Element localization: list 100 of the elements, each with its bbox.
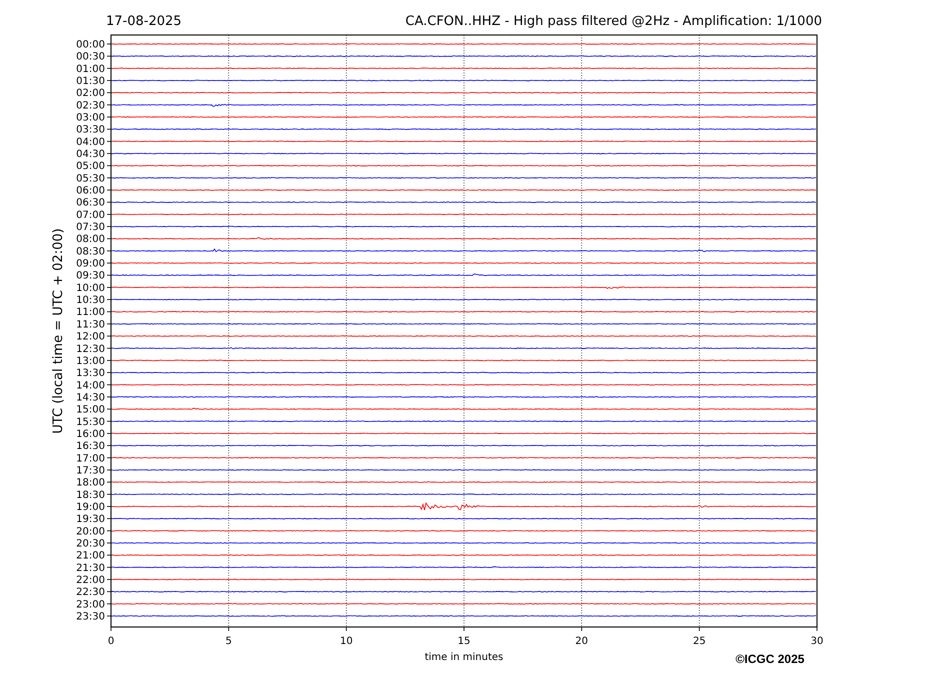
- tick-mark: [816, 626, 818, 632]
- axis-tick-label: 21:00: [76, 550, 105, 562]
- axis-tick-label: 06:00: [76, 186, 105, 197]
- tick-mark: [698, 626, 700, 632]
- axis-tick-label: 15:30: [76, 416, 105, 428]
- tick-mark: [106, 579, 112, 580]
- axis-tick-label: 05:30: [76, 173, 105, 184]
- tick-mark: [106, 165, 112, 166]
- axis-tick-label: 02:00: [76, 88, 105, 100]
- tick-mark: [106, 554, 112, 556]
- tick-mark: [106, 68, 112, 69]
- axis-tick-label: 14:30: [76, 392, 105, 404]
- tick-mark: [106, 360, 112, 361]
- axis-tick-label: 17:30: [76, 465, 105, 476]
- axis-tick-label: 11:00: [76, 307, 105, 318]
- tick-mark: [106, 518, 112, 520]
- axis-tick-label: 02:30: [76, 100, 105, 112]
- axis-tick-label: 17:00: [76, 453, 105, 464]
- axis-tick-label: 10:00: [76, 282, 105, 294]
- tick-mark: [110, 626, 112, 632]
- axis-tick-label: 13:30: [76, 368, 105, 380]
- axis-tick-label: 00:30: [76, 52, 105, 63]
- axis-tick-label: 06:30: [76, 198, 105, 209]
- axis-tick-label: 22:00: [76, 575, 105, 586]
- axis-tick-label: 12:30: [76, 344, 105, 355]
- axis-tick-label: 18:00: [76, 478, 105, 489]
- axis-tick-label: 01:30: [76, 76, 105, 87]
- axis-tick-label: 30: [810, 636, 824, 647]
- axis-tick-label: 00:00: [76, 40, 105, 50]
- axis-tick-label: 20: [575, 636, 588, 647]
- tick-mark: [106, 250, 112, 252]
- tick-mark: [106, 262, 112, 264]
- axis-tick-label: 14:00: [76, 380, 105, 392]
- tick-mark: [106, 202, 112, 203]
- axis-tick-label: 03:30: [76, 124, 105, 136]
- axis-tick-label: 15:00: [76, 404, 105, 416]
- axis-tick-label: 20:30: [76, 538, 105, 550]
- plot-title: CA.CFON..HHZ - High pass filtered @2Hz - Amplification: 1/1000: [405, 14, 822, 29]
- axis-tick-label: 19:30: [76, 514, 105, 526]
- tick-mark: [228, 626, 230, 632]
- tick-mark: [106, 384, 112, 386]
- tick-mark: [106, 372, 112, 373]
- axis-tick-label: 10: [340, 636, 353, 647]
- tick-mark: [106, 542, 112, 544]
- tick-mark: [106, 56, 112, 57]
- tick-mark: [106, 408, 112, 410]
- date-label: 17-08-2025: [106, 14, 182, 29]
- tick-mark: [106, 348, 112, 349]
- tick-mark: [106, 506, 112, 507]
- axis-tick-label: 19:00: [76, 502, 105, 513]
- tick-mark: [106, 457, 112, 458]
- tick-mark: [106, 433, 112, 434]
- tick-mark: [106, 116, 112, 118]
- tick-mark: [106, 92, 112, 94]
- axis-tick-label: 21:30: [76, 562, 105, 574]
- axis-tick-label: 05:00: [76, 161, 105, 172]
- axis-tick-label: 11:30: [76, 319, 105, 330]
- tick-mark: [106, 274, 112, 276]
- axis-tick-label: 0: [108, 636, 114, 647]
- axis-tick-label: 09:00: [76, 258, 105, 270]
- tick-mark: [106, 530, 112, 532]
- tick-mark: [106, 494, 112, 495]
- axis-tick-label: 01:00: [76, 64, 105, 75]
- axis-tick-label: 12:00: [76, 332, 105, 343]
- tick-mark: [106, 80, 112, 81]
- tick-mark: [106, 140, 112, 142]
- tick-mark: [346, 626, 347, 632]
- axis-tick-label: 16:30: [76, 441, 105, 452]
- tick-mark: [106, 566, 112, 568]
- axis-tick-label: 04:30: [76, 149, 105, 160]
- axis-tick-label: 16:00: [76, 428, 105, 440]
- tick-mark: [106, 299, 112, 300]
- tick-mark: [106, 153, 112, 154]
- axis-tick-label: 25: [692, 636, 706, 647]
- axis-tick-label: 22:30: [76, 587, 105, 598]
- axis-title: time in minutes: [424, 652, 504, 663]
- axis-tick-label: 08:30: [76, 246, 105, 258]
- axis-tick-label: 23:00: [76, 599, 105, 610]
- axis-tick-label: 07:00: [76, 210, 105, 221]
- axis-tick-label: 08:00: [76, 234, 105, 246]
- tick-mark: [106, 177, 112, 178]
- tick-mark: [106, 287, 112, 288]
- tick-mark: [106, 603, 112, 604]
- tick-mark: [106, 482, 112, 483]
- axis-tick-label: 09:30: [76, 270, 105, 282]
- tick-mark: [106, 445, 112, 446]
- tick-mark: [106, 420, 112, 422]
- axis-tick-label: 04:00: [76, 136, 105, 148]
- tick-mark: [106, 226, 112, 227]
- axis-tick-label: 20:00: [76, 526, 105, 538]
- axis-tick-label: 15: [458, 636, 470, 647]
- tick-mark: [581, 626, 582, 632]
- tick-mark: [106, 214, 112, 215]
- tick-mark: [106, 128, 112, 130]
- axis-tick-label: 10:30: [76, 295, 105, 306]
- tick-mark: [106, 591, 112, 592]
- axis-tick-label: 23:30: [76, 612, 105, 622]
- axis-title: UTC (local time = UTC + 02:00): [51, 228, 66, 434]
- axis-tick-label: 13:00: [76, 356, 105, 367]
- tick-mark: [106, 238, 112, 240]
